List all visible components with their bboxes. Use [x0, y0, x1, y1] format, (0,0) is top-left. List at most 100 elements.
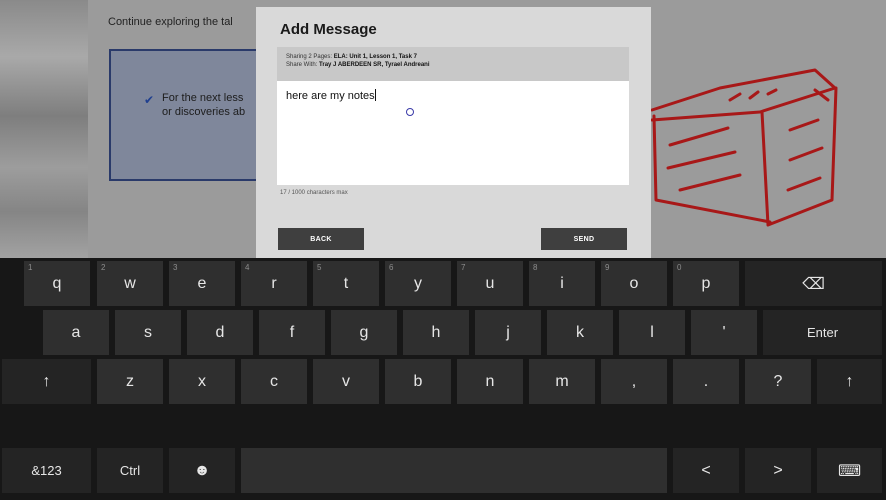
key-r[interactable]: 4r	[241, 261, 307, 306]
key-w[interactable]: 2w	[97, 261, 163, 306]
key-s[interactable]: s	[115, 310, 181, 355]
key-k[interactable]: k	[547, 310, 613, 355]
key-shift-right[interactable]: ↑	[817, 359, 882, 404]
key-label: d	[215, 323, 225, 341]
key-label: .	[703, 372, 709, 390]
key-label: a	[71, 323, 81, 341]
key-m[interactable]: m	[529, 359, 595, 404]
key-space[interactable]	[241, 448, 667, 493]
key-label: n	[485, 372, 495, 390]
key-label: o	[629, 274, 639, 292]
text-caret	[374, 89, 376, 101]
key-l[interactable]: l	[619, 310, 685, 355]
share-with-line: Share With: Tray J ABERDEEN SR, Tyrael A…	[286, 62, 430, 68]
key-label: c	[270, 372, 278, 390]
key-number-hint: 8	[533, 263, 538, 272]
key-label: x	[198, 372, 206, 390]
key-q[interactable]: 1q	[24, 261, 90, 306]
key-d[interactable]: d	[187, 310, 253, 355]
key-label: Enter	[806, 325, 839, 340]
key-question[interactable]: ?	[745, 359, 811, 404]
key-label: i	[560, 274, 564, 292]
key-backspace[interactable]: ⌫	[745, 261, 882, 306]
key-label: p	[701, 274, 711, 292]
key-label: m	[555, 372, 569, 390]
key-label: k	[576, 323, 584, 341]
key-label: &123	[31, 463, 62, 478]
emoji-icon: ☻	[193, 461, 211, 479]
key-j[interactable]: j	[475, 310, 541, 355]
key-right-arrow[interactable]: >	[745, 448, 811, 493]
key-label: Ctrl	[119, 463, 141, 478]
message-textarea[interactable]: here are my notes	[277, 81, 629, 185]
key-label: q	[52, 274, 62, 292]
shift-icon: ↑	[42, 372, 51, 390]
sharing-line: Sharing 2 Pages: ELA: Unit 1, Lesson 1, …	[286, 54, 417, 60]
key-apostrophe[interactable]: '	[691, 310, 757, 355]
key-number-hint: 6	[389, 263, 394, 272]
key-label: g	[359, 323, 369, 341]
key-f[interactable]: f	[259, 310, 325, 355]
key-label: f	[289, 323, 295, 341]
key-label: ,	[631, 372, 637, 390]
key-number-hint: 4	[245, 263, 250, 272]
lesson-line-2: or discoveries ab	[162, 106, 246, 118]
key-ctrl[interactable]: Ctrl	[97, 448, 163, 493]
add-message-dialog: Add Message Sharing 2 Pages: ELA: Unit 1…	[256, 7, 651, 258]
key-symbols[interactable]: &123	[2, 448, 91, 493]
key-comma[interactable]: ,	[601, 359, 667, 404]
message-text-line: here are my notes	[286, 89, 376, 102]
key-label: u	[485, 274, 495, 292]
key-p[interactable]: 0p	[673, 261, 739, 306]
left-arrow-icon: <	[701, 461, 711, 479]
key-emoji[interactable]: ☻	[169, 448, 235, 493]
key-label: v	[342, 372, 350, 390]
key-label: s	[144, 323, 152, 341]
key-label: l	[650, 323, 654, 341]
key-label: ?	[773, 372, 783, 390]
key-z[interactable]: z	[97, 359, 163, 404]
key-left-arrow[interactable]: <	[673, 448, 739, 493]
key-label: w	[124, 274, 136, 292]
key-label: t	[343, 274, 349, 292]
key-g[interactable]: g	[331, 310, 397, 355]
key-keyboard-menu[interactable]: ⌨	[817, 448, 882, 493]
key-b[interactable]: b	[385, 359, 451, 404]
key-x[interactable]: x	[169, 359, 235, 404]
key-u[interactable]: 7u	[457, 261, 523, 306]
message-text: here are my notes	[286, 90, 375, 102]
key-t[interactable]: 5t	[313, 261, 379, 306]
key-number-hint: 7	[461, 263, 466, 272]
key-label: y	[414, 274, 422, 292]
background-edge	[0, 0, 88, 258]
key-shift-left[interactable]: ↑	[2, 359, 91, 404]
key-period[interactable]: .	[673, 359, 739, 404]
key-number-hint: 5	[317, 263, 322, 272]
key-enter[interactable]: Enter	[763, 310, 882, 355]
share-info-panel: Sharing 2 Pages: ELA: Unit 1, Lesson 1, …	[277, 47, 629, 81]
sharing-value: ELA: Unit 1, Lesson 1, Task 7	[333, 54, 417, 60]
key-e[interactable]: 3e	[169, 261, 235, 306]
share-with-label: Share With:	[286, 62, 318, 68]
back-button[interactable]: BACK	[278, 228, 364, 250]
key-v[interactable]: v	[313, 359, 379, 404]
key-o[interactable]: 9o	[601, 261, 667, 306]
key-label: h	[431, 323, 441, 341]
key-c[interactable]: c	[241, 359, 307, 404]
lesson-line-1: For the next less	[162, 92, 244, 104]
lesson-callout-text: For the next less or discoveries ab	[162, 91, 245, 119]
right-arrow-icon: >	[773, 461, 783, 479]
key-label: b	[413, 372, 423, 390]
key-n[interactable]: n	[457, 359, 523, 404]
share-with-value: Tray J ABERDEEN SR, Tyrael Andreani	[319, 62, 430, 68]
key-number-hint: 3	[173, 263, 178, 272]
key-i[interactable]: 8i	[529, 261, 595, 306]
key-h[interactable]: h	[403, 310, 469, 355]
key-a[interactable]: a	[43, 310, 109, 355]
key-number-hint: 1	[28, 263, 33, 272]
key-label: j	[506, 323, 510, 341]
key-y[interactable]: 6y	[385, 261, 451, 306]
send-button[interactable]: SEND	[541, 228, 627, 250]
character-counter: 17 / 1000 characters max	[280, 190, 348, 196]
keyboard-icon: ⌨	[837, 462, 862, 480]
